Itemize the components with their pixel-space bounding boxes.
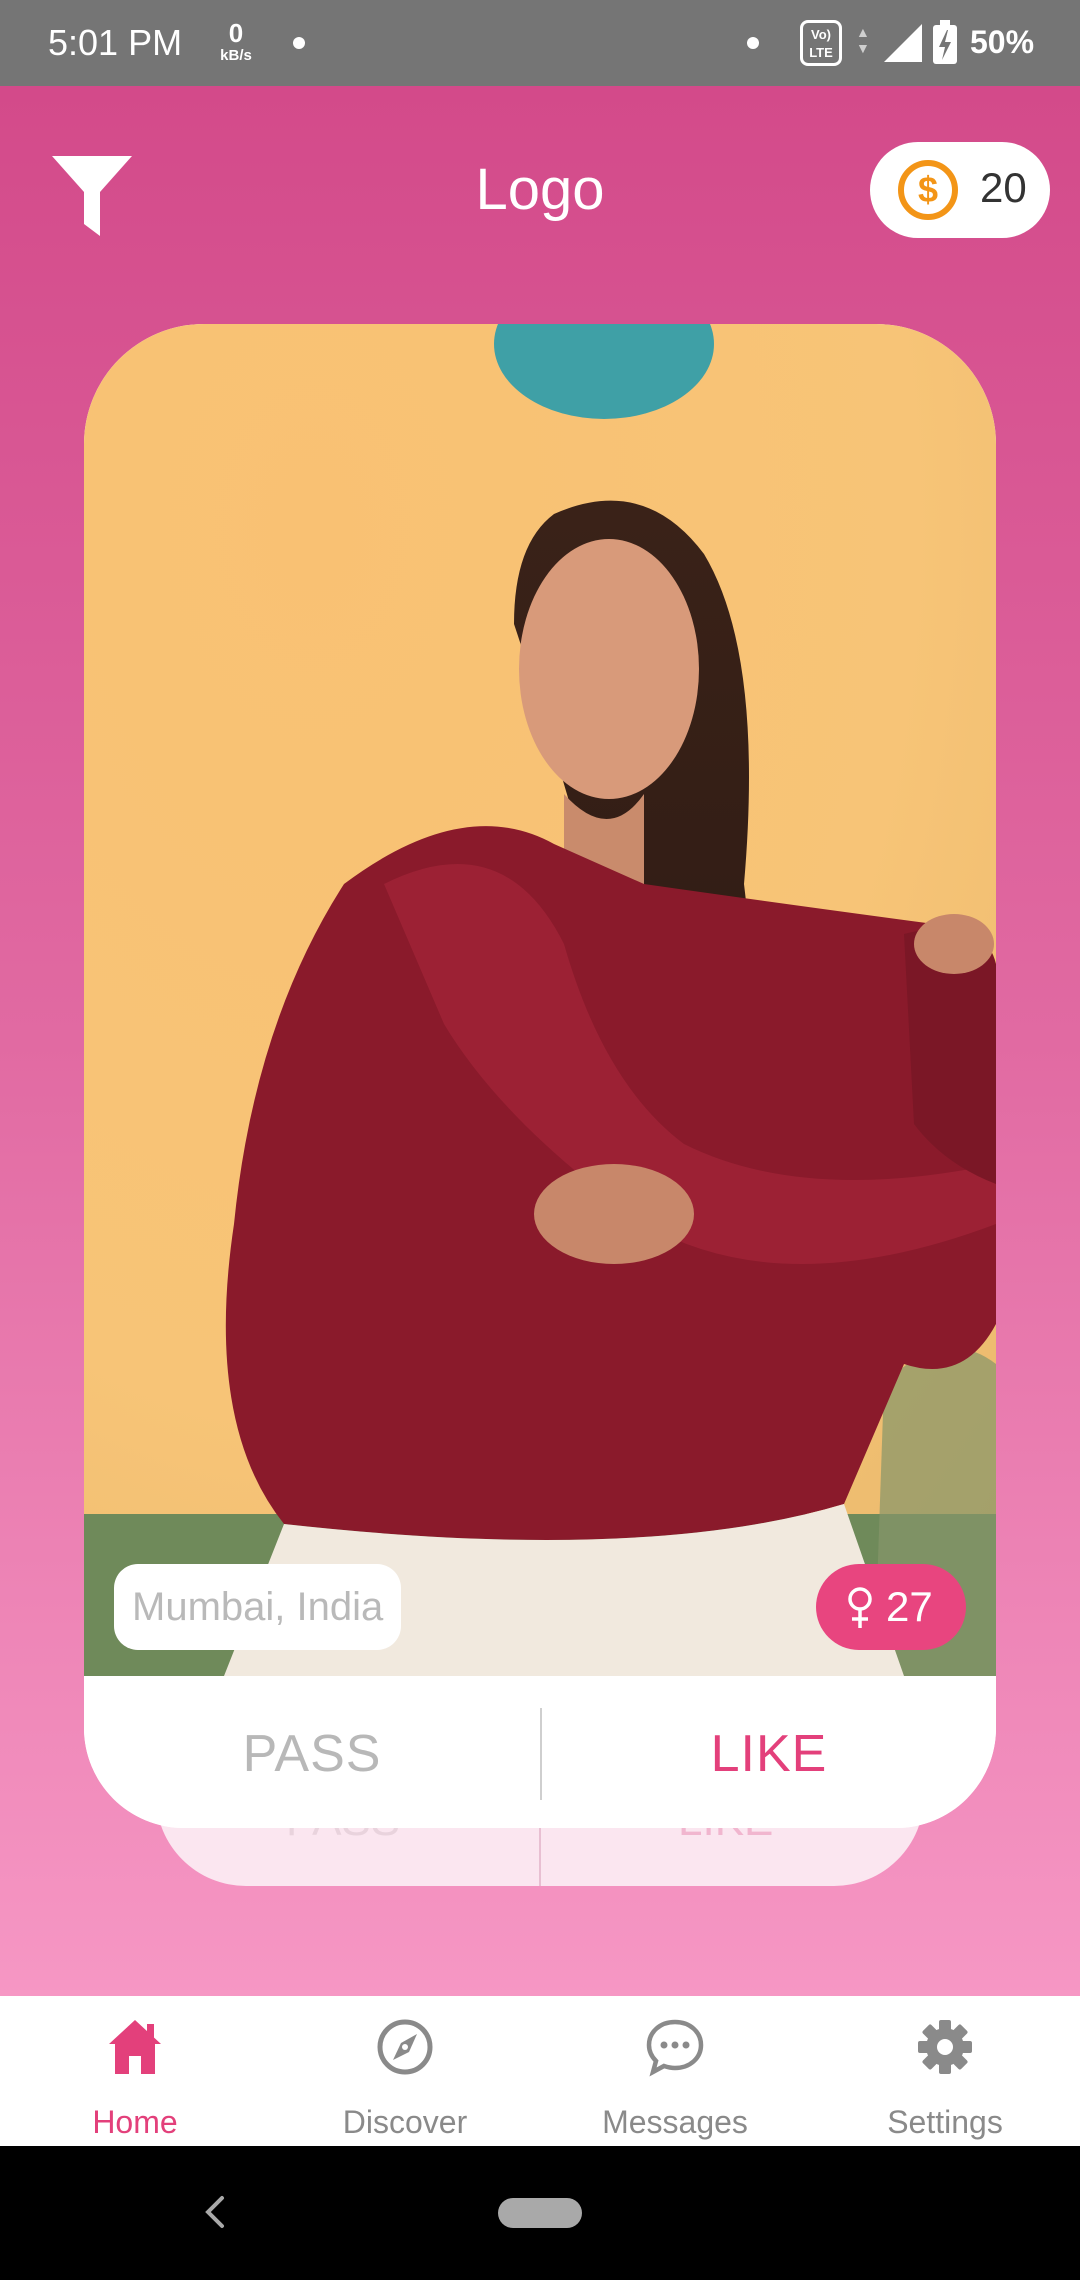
female-icon [848,1587,872,1628]
card-actions: PASS LIKE [84,1676,996,1828]
volte-icon: Vo) LTE [800,20,842,66]
nav-settings[interactable]: Settings [810,1996,1080,2146]
gear-icon [918,2020,972,2074]
home-icon [109,2020,161,2074]
home-pill-button[interactable] [498,2198,582,2228]
status-time: 5:01 PM [48,22,183,63]
battery-percent: 50% [970,24,1035,60]
status-bar: 5:01 PM 0 kB/s Vo) LTE ▲ ▼ 50% [0,0,1080,86]
app-screen: Logo $ 20 PASS LIKE [0,86,1080,1996]
network-speed: 0 kB/s [214,20,258,63]
nav-discover[interactable]: Discover [270,1996,540,2146]
volte-label: Vo) [811,27,831,42]
nav-settings-label: Settings [887,2104,1003,2140]
coin-icon: $ [898,160,958,220]
compass-icon [377,2019,433,2075]
chat-bubble-icon [646,2019,704,2077]
lte-label: LTE [809,45,833,60]
profile-photo[interactable] [84,324,996,1676]
nav-messages[interactable]: Messages [540,1996,810,2146]
coin-count: 20 [980,164,1027,211]
battery-icon [933,20,957,64]
signal-icon [884,24,922,62]
age-value: 27 [886,1583,933,1630]
notification-dot-icon [293,37,305,49]
profile-card[interactable]: Mumbai, India 27 PASS LIKE [84,324,996,1828]
data-activity-icon: ▲ ▼ [856,24,870,56]
nav-discover-label: Discover [342,2104,468,2140]
notification-dot-icon [747,37,759,49]
nav-messages-label: Messages [602,2104,748,2140]
nav-home-label: Home [92,2104,178,2140]
network-speed-unit: kB/s [220,47,252,64]
pass-button[interactable]: PASS [84,1676,540,1828]
bottom-navigation: Home Discover Messages Settings [0,1996,1080,2146]
coin-balance[interactable]: $ 20 [870,142,1050,238]
age-badge: 27 [816,1564,966,1650]
nav-home[interactable]: Home [0,1996,270,2146]
like-button[interactable]: LIKE [542,1676,996,1828]
system-navigation-bar [0,2146,1080,2280]
network-speed-value: 0 [228,18,244,48]
location-label: Mumbai, India [114,1564,402,1650]
back-icon[interactable] [196,2190,236,2234]
